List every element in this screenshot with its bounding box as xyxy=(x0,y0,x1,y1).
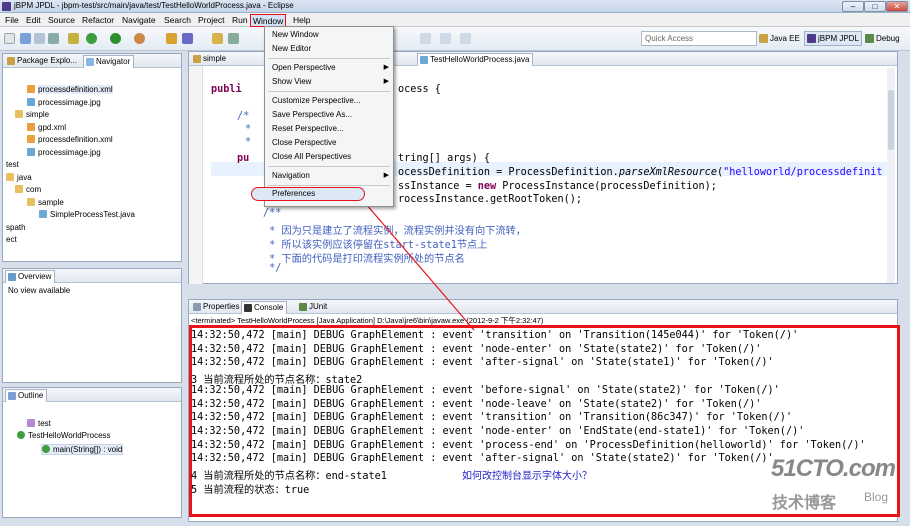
window-menu: New Window New Editor Open Perspective ▶ … xyxy=(251,26,394,207)
menu-item-close-all-perspectives[interactable]: Close All Perspectives xyxy=(272,152,351,161)
menu-item-new-editor[interactable]: New Editor xyxy=(272,44,311,53)
menu-item-preferences[interactable]: Preferences xyxy=(272,189,315,198)
menu-item-open-perspective[interactable]: Open Perspective xyxy=(272,63,336,72)
submenu-arrow-icon: ▶ xyxy=(383,172,389,179)
watermark-logo: 51CTO.com xyxy=(771,455,896,482)
watermark-blog: Blog xyxy=(864,490,889,504)
menu-item-show-view[interactable]: Show View xyxy=(272,77,311,86)
menu-item-reset-perspective[interactable]: Reset Perspective... xyxy=(272,124,344,133)
submenu-arrow-icon: ▶ xyxy=(383,78,389,85)
arrow-annotation xyxy=(359,196,475,331)
submenu-arrow-icon: ▶ xyxy=(383,64,389,71)
menu-item-save-perspective[interactable]: Save Perspective As... xyxy=(272,110,352,119)
menu-item-close-perspective[interactable]: Close Perspective xyxy=(272,138,336,147)
menu-item-navigation[interactable]: Navigation xyxy=(272,171,310,180)
menu-item-customize-perspective[interactable]: Customize Perspective... xyxy=(272,96,360,105)
watermark-subtitle: 技术博客 xyxy=(772,493,837,512)
menu-item-new-window[interactable]: New Window xyxy=(272,30,319,39)
